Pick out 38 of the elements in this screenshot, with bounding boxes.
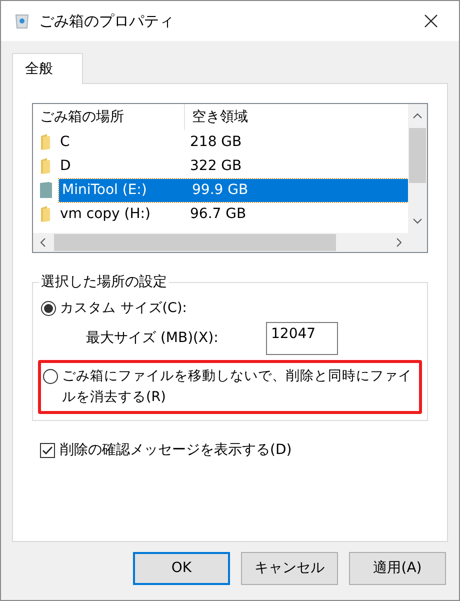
list-row[interactable]: D 322 GB — [57, 154, 408, 178]
free-space: 322 GB — [189, 156, 242, 176]
location-name: D — [59, 156, 72, 176]
radio-button[interactable] — [41, 301, 56, 316]
recycle-bin-icon — [15, 13, 29, 29]
list-row[interactable]: C 218 GB — [57, 130, 408, 154]
free-space: 218 GB — [189, 132, 242, 152]
column-header[interactable]: 空き領域 — [185, 106, 248, 128]
confirm-option[interactable]: 削除の確認メッセージを表示する(D) — [40, 440, 428, 461]
checkbox-label: 削除の確認メッセージを表示する(D) — [60, 441, 292, 460]
dialog-button[interactable]: OK — [133, 552, 230, 585]
radio-button[interactable] — [43, 369, 58, 384]
tab[interactable]: 全般 — [12, 53, 83, 84]
option-label: カスタム サイズ(C): — [60, 299, 187, 318]
dialog-button[interactable]: キャンセル — [241, 552, 338, 585]
folder-icon — [40, 206, 50, 222]
list-row[interactable]: MiniTool (E:) 99.9 GB — [59, 178, 408, 202]
horizontal-scrollbar[interactable] — [33, 233, 427, 252]
scrollbar-thumb[interactable] — [54, 234, 336, 251]
max-size-label: 最大サイズ (MB)(X): — [86, 328, 220, 348]
max-size-field[interactable]: 12047 — [266, 322, 338, 354]
free-space: 96.7 GB — [189, 204, 246, 224]
checkbox[interactable] — [40, 443, 55, 458]
scrollbar-thumb[interactable] — [409, 128, 426, 183]
folder-icon — [40, 134, 50, 150]
list-row[interactable]: vm copy (H:) 96.7 GB — [57, 202, 408, 226]
free-space: 99.9 GB — [191, 180, 248, 200]
location-name: vm copy (H:) — [59, 204, 152, 224]
radio-option[interactable]: カスタム サイズ(C): — [41, 298, 419, 319]
window-title: ごみ箱のプロパティ — [39, 10, 174, 32]
dialog-button[interactable]: 適用(A) — [349, 552, 446, 585]
book-icon — [40, 182, 52, 198]
location-name: MiniTool (E:) — [61, 180, 148, 200]
folder-icon — [40, 158, 50, 174]
group-title: 選択した場所の設定 — [39, 273, 169, 291]
column-header[interactable]: ごみ箱の場所 — [33, 104, 185, 130]
vertical-scrollbar[interactable] — [408, 104, 427, 233]
location-name: C — [59, 132, 71, 152]
